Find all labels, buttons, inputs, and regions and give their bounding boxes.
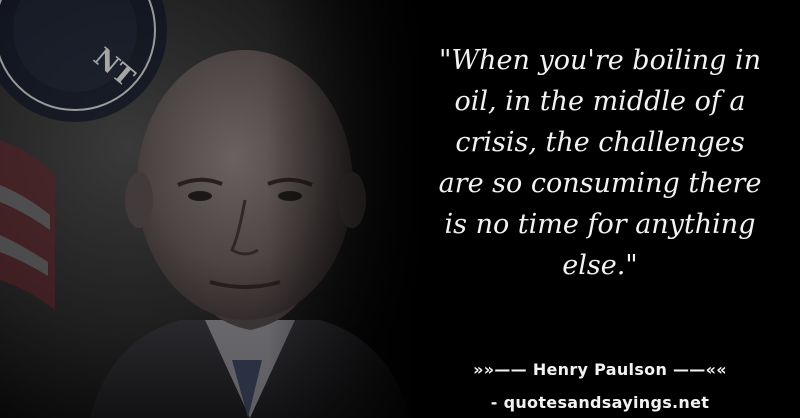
source-watermark: - quotesandsayings.net [490,393,710,412]
portrait-photo: NT [0,0,430,418]
author-attribution: »»—— Henry Paulson ——«« [473,360,727,379]
quote-card: NT "When you're boiling [0,0,800,418]
quote-text: "When you're boiling in oil, in the midd… [438,45,762,281]
